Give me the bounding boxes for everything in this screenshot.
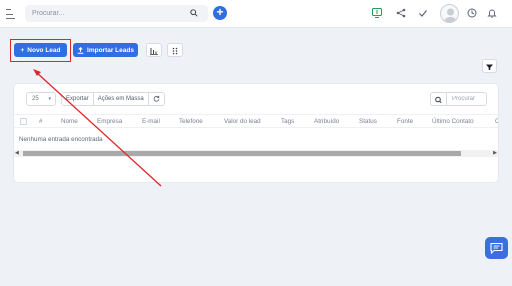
annotation-highlight-box bbox=[10, 39, 71, 62]
table-header: # Nome Empresa E-mail Telefone Valor do … bbox=[14, 114, 498, 128]
column-header[interactable]: Fonte bbox=[397, 118, 413, 125]
scroll-left-icon[interactable]: ◀ bbox=[15, 150, 19, 157]
search-icon bbox=[435, 96, 442, 104]
search-icon[interactable] bbox=[190, 9, 198, 17]
quick-add-button[interactable]: + bbox=[213, 6, 227, 20]
bulk-actions-button[interactable]: Ações em Massa bbox=[93, 93, 149, 105]
column-header[interactable]: Valor do lead bbox=[224, 118, 261, 125]
grid-view-button[interactable] bbox=[167, 43, 183, 57]
column-header[interactable]: C bbox=[495, 118, 498, 125]
export-button[interactable]: Exportar bbox=[62, 93, 94, 105]
global-search[interactable] bbox=[25, 5, 208, 22]
column-header[interactable]: Telefone bbox=[179, 118, 203, 125]
chat-button[interactable] bbox=[485, 237, 508, 259]
scroll-right-icon[interactable]: ▶ bbox=[493, 150, 497, 157]
history-icon[interactable] bbox=[467, 8, 477, 18]
dots-grid-icon bbox=[172, 47, 178, 55]
refresh-icon bbox=[153, 95, 160, 102]
global-search-input[interactable] bbox=[32, 7, 182, 20]
column-header[interactable]: Atribuído bbox=[314, 118, 339, 125]
scrollbar-thumb[interactable] bbox=[23, 151, 461, 156]
page-size-select[interactable]: 25 ▾ bbox=[26, 92, 56, 106]
avatar[interactable] bbox=[440, 4, 459, 23]
filter-button[interactable] bbox=[482, 59, 497, 73]
import-leads-label: Importar Leads bbox=[87, 46, 134, 54]
import-leads-button[interactable]: Importar Leads bbox=[73, 43, 138, 57]
empty-table-message: Nenhuma entrada encontrada bbox=[19, 136, 103, 143]
table-actions-group: Exportar Ações em Massa bbox=[61, 92, 165, 106]
chevron-down-icon: ▾ bbox=[48, 96, 51, 102]
select-all-checkbox[interactable] bbox=[20, 118, 27, 125]
upload-icon bbox=[77, 46, 84, 54]
top-navbar: + bbox=[0, 0, 512, 28]
filter-icon bbox=[486, 64, 493, 70]
share-icon[interactable] bbox=[396, 8, 406, 18]
chat-icon bbox=[490, 242, 503, 254]
page-size-value: 25 bbox=[32, 96, 39, 102]
table-search-input[interactable] bbox=[446, 92, 487, 106]
column-header[interactable]: Status bbox=[359, 118, 377, 125]
check-icon[interactable] bbox=[418, 8, 428, 18]
bar-chart-icon bbox=[150, 48, 158, 55]
refresh-button[interactable] bbox=[148, 93, 164, 105]
column-header[interactable]: Nome bbox=[61, 118, 78, 125]
monitor-dollar-icon[interactable] bbox=[372, 8, 382, 18]
column-header[interactable]: # bbox=[39, 118, 43, 125]
kanban-view-button[interactable] bbox=[146, 43, 162, 57]
bell-icon[interactable] bbox=[487, 8, 497, 18]
leads-table-card: 25 ▾ Exportar Ações em Massa # Nome Empr… bbox=[14, 84, 498, 182]
table-search-button[interactable] bbox=[430, 92, 446, 106]
column-header[interactable]: Último Contato bbox=[432, 118, 474, 125]
horizontal-scrollbar[interactable]: ◀ ▶ bbox=[14, 150, 498, 157]
column-header[interactable]: E-mail bbox=[142, 118, 160, 125]
column-header[interactable]: Tags bbox=[281, 118, 294, 125]
column-header[interactable]: Empresa bbox=[97, 118, 122, 125]
menu-icon[interactable] bbox=[6, 9, 16, 19]
user-icon bbox=[444, 8, 457, 22]
